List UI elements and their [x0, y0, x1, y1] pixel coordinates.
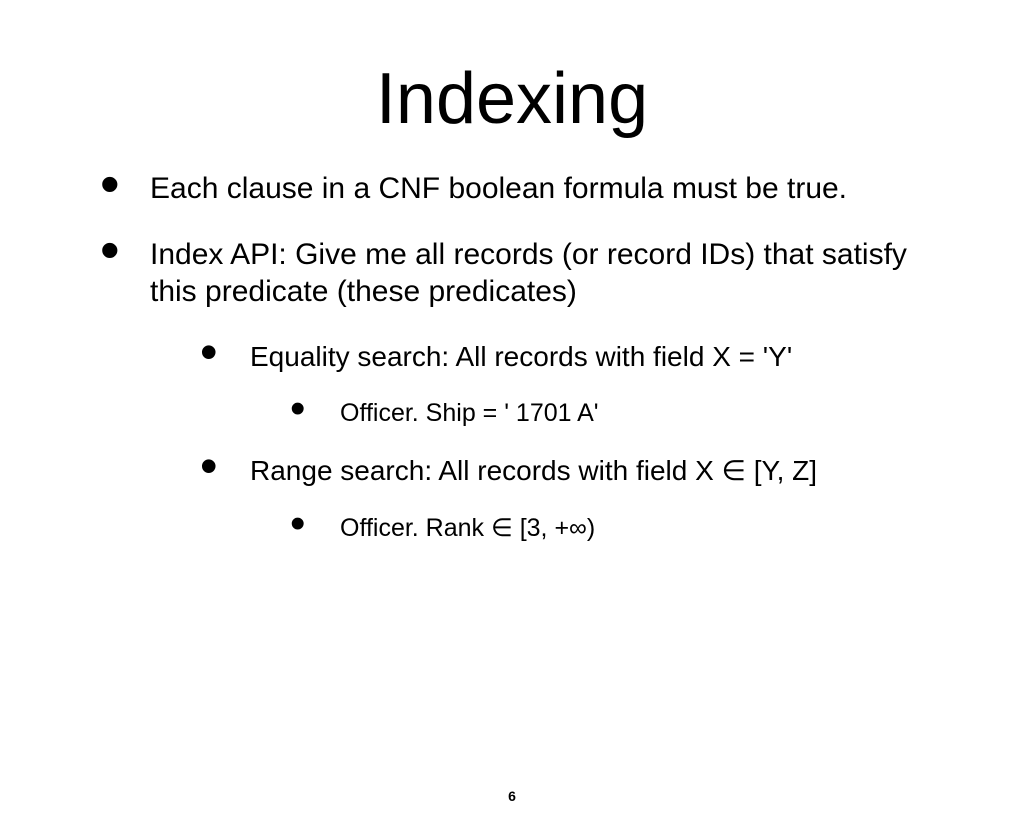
sub-text-1-1: Range search: All records with field X ∈…	[250, 455, 817, 486]
sub-item-1-0: Equality search: All records with field …	[200, 339, 954, 430]
slide-container: Indexing Each clause in a CNF boolean fo…	[0, 58, 1024, 826]
sub-list-1: Equality search: All records with field …	[150, 339, 954, 545]
sub-sub-item-1-1-0: Officer. Rank ∈ [3, +∞)	[290, 512, 954, 545]
bullet-item-0: Each clause in a CNF boolean formula mus…	[100, 170, 954, 208]
sub-sub-text-1-1-0: Officer. Rank ∈ [3, +∞)	[340, 514, 595, 542]
sub-item-1-1: Range search: All records with field X ∈…	[200, 453, 954, 544]
sub-text-1-0: Equality search: All records with field …	[250, 341, 792, 372]
sub-sub-list-1-0: Officer. Ship = ' 1701 A'	[250, 397, 954, 430]
sub-sub-text-1-0-0: Officer. Ship = ' 1701 A'	[340, 399, 599, 427]
slide-title: Indexing	[0, 58, 1024, 140]
bullet-text-1: Index API: Give me all records (or recor…	[150, 238, 907, 309]
sub-sub-item-1-0-0: Officer. Ship = ' 1701 A'	[290, 397, 954, 430]
page-number: 6	[0, 788, 1024, 804]
bullet-text-0: Each clause in a CNF boolean formula mus…	[150, 172, 847, 205]
bullet-item-1: Index API: Give me all records (or recor…	[100, 236, 954, 545]
main-bullet-list: Each clause in a CNF boolean formula mus…	[0, 170, 1024, 544]
sub-sub-list-1-1: Officer. Rank ∈ [3, +∞)	[250, 512, 954, 545]
